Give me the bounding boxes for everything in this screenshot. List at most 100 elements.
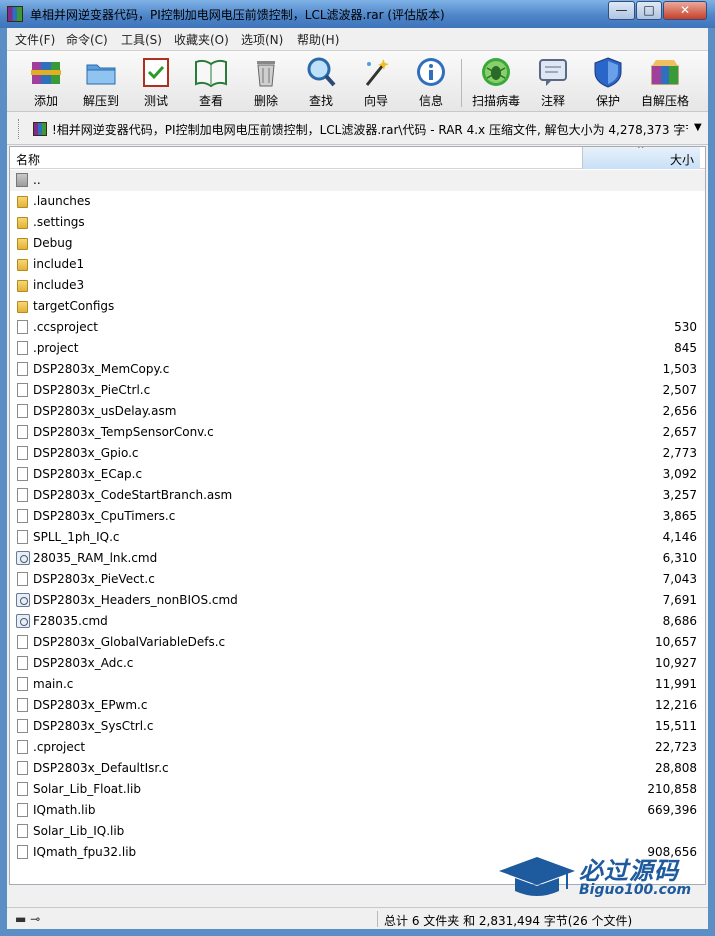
- table-row[interactable]: targetConfigs: [10, 296, 705, 317]
- menu-file[interactable]: 文件(F): [15, 31, 55, 48]
- protect-icon: [594, 57, 622, 88]
- close-button[interactable]: ✕: [663, 1, 707, 20]
- address-dropdown-icon[interactable]: ▼: [694, 122, 702, 133]
- table-row[interactable]: include3: [10, 275, 705, 296]
- file-name: SPLL_1ph_IQ.c: [33, 530, 120, 544]
- table-row[interactable]: .cproject 22,723: [10, 737, 705, 758]
- cmd-file-icon: [16, 593, 30, 607]
- table-row[interactable]: DSP2803x_DefaultIsr.c 28,808: [10, 758, 705, 779]
- file-name: 28035_RAM_lnk.cmd: [33, 551, 158, 565]
- watermark-title: 必过源码: [579, 857, 679, 885]
- file-name: include3: [33, 278, 85, 292]
- file-name: .settings: [33, 215, 85, 229]
- protect-button[interactable]: 保护: [580, 54, 636, 110]
- table-row[interactable]: IQmath.lib 669,396: [10, 800, 705, 821]
- table-row[interactable]: ..: [10, 170, 705, 191]
- table-row[interactable]: DSP2803x_MemCopy.c 1,503: [10, 359, 705, 380]
- archive-icon: [33, 122, 47, 136]
- menu-favorites[interactable]: 收藏夹(O): [174, 31, 229, 48]
- file-name: DSP2803x_EPwm.c: [33, 698, 148, 712]
- table-row[interactable]: include1: [10, 254, 705, 275]
- menu-tools[interactable]: 工具(S): [121, 31, 162, 48]
- wizard-label: 向导: [363, 94, 388, 108]
- table-row[interactable]: .ccsproject 530: [10, 317, 705, 338]
- table-row[interactable]: .project 845: [10, 338, 705, 359]
- table-row[interactable]: Debug: [10, 233, 705, 254]
- file-name: include1: [33, 257, 85, 271]
- table-row[interactable]: DSP2803x_Gpio.c 2,773: [10, 443, 705, 464]
- file-size: 3,092: [662, 467, 697, 481]
- document-icon: [17, 467, 28, 481]
- file-name: Solar_Lib_Float.lib: [33, 782, 141, 796]
- status-lock-key-icon[interactable]: ▬ ⊸: [15, 912, 40, 926]
- menu-command[interactable]: 命令(C): [66, 31, 108, 48]
- folder-icon: [17, 238, 28, 250]
- folder-icon: [17, 259, 28, 271]
- table-row[interactable]: .launches: [10, 191, 705, 212]
- info-button[interactable]: 信息: [403, 54, 459, 110]
- main-window: 文件(F) 命令(C) 工具(S) 收藏夹(O) 选项(N) 帮助(H) 添加 …: [7, 28, 708, 929]
- file-name: .cproject: [33, 740, 86, 754]
- table-row[interactable]: DSP2803x_usDelay.asm 2,656: [10, 401, 705, 422]
- table-row[interactable]: DSP2803x_TempSensorConv.c 2,657: [10, 422, 705, 443]
- menu-help[interactable]: 帮助(H): [297, 31, 339, 48]
- file-size: 2,657: [662, 425, 697, 439]
- info-icon: [417, 58, 445, 86]
- table-row[interactable]: Solar_Lib_IQ.lib: [10, 821, 705, 842]
- column-size-label: 大小: [669, 153, 694, 167]
- wizard-button[interactable]: 向导: [348, 54, 404, 110]
- find-button[interactable]: 查找: [293, 54, 349, 110]
- add-icon: [31, 62, 61, 84]
- table-row[interactable]: DSP2803x_SysCtrl.c 15,511: [10, 716, 705, 737]
- test-label: 测试: [143, 94, 168, 108]
- file-name: DSP2803x_PieVect.c: [33, 572, 155, 586]
- extract-to-button[interactable]: 解压到: [73, 54, 129, 110]
- find-label: 查找: [308, 94, 333, 108]
- minimize-button[interactable]: —: [608, 1, 635, 20]
- table-row[interactable]: DSP2803x_ECap.c 3,092: [10, 464, 705, 485]
- file-name: IQmath.lib: [33, 803, 96, 817]
- file-name: DSP2803x_GlobalVariableDefs.c: [33, 635, 226, 649]
- table-row[interactable]: Solar_Lib_Float.lib 210,858: [10, 779, 705, 800]
- table-row[interactable]: 28035_RAM_lnk.cmd 6,310: [10, 548, 705, 569]
- address-bar[interactable]: !相并网逆变器代码，PI控制加电网电压前馈控制，LCL滤波器.rar\代码 - …: [7, 113, 708, 145]
- table-row[interactable]: DSP2803x_GlobalVariableDefs.c 10,657: [10, 632, 705, 653]
- document-icon: [17, 425, 28, 439]
- file-size: 2,507: [662, 383, 697, 397]
- table-row[interactable]: .settings: [10, 212, 705, 233]
- table-row[interactable]: DSP2803x_CodeStartBranch.asm 3,257: [10, 485, 705, 506]
- status-bar: ▬ ⊸ 总计 6 文件夹 和 2,831,494 字节(26 个文件): [7, 907, 708, 929]
- virus-scan-button[interactable]: 扫描病毒: [468, 54, 524, 110]
- file-name: DSP2803x_Gpio.c: [33, 446, 139, 460]
- file-size: 3,865: [662, 509, 697, 523]
- column-size-header[interactable]: ^ 大小: [582, 147, 700, 169]
- table-row[interactable]: DSP2803x_PieVect.c 7,043: [10, 569, 705, 590]
- table-row[interactable]: F28035.cmd 8,686: [10, 611, 705, 632]
- column-name-header[interactable]: 名称: [16, 151, 40, 168]
- table-row[interactable]: DSP2803x_PieCtrl.c 2,507: [10, 380, 705, 401]
- file-size: 1,503: [662, 362, 697, 376]
- file-name: DSP2803x_usDelay.asm: [33, 404, 177, 418]
- test-button[interactable]: 测试: [128, 54, 184, 110]
- view-button[interactable]: 查看: [183, 54, 239, 110]
- title-bar[interactable]: 单相并网逆变器代码，PI控制加电网电压前馈控制，LCL滤波器.rar (评估版本…: [0, 0, 715, 28]
- file-name: ..: [33, 173, 41, 187]
- maximize-button[interactable]: □: [636, 1, 662, 20]
- table-row[interactable]: DSP2803x_EPwm.c 12,216: [10, 695, 705, 716]
- file-size: 3,257: [662, 488, 697, 502]
- file-size: 2,773: [662, 446, 697, 460]
- table-row[interactable]: DSP2803x_Adc.c 10,927: [10, 653, 705, 674]
- document-icon: [17, 845, 28, 859]
- table-row[interactable]: DSP2803x_Headers_nonBIOS.cmd 7,691: [10, 590, 705, 611]
- menu-options[interactable]: 选项(N): [241, 31, 283, 48]
- table-row[interactable]: SPLL_1ph_IQ.c 4,146: [10, 527, 705, 548]
- table-row[interactable]: DSP2803x_CpuTimers.c 3,865: [10, 506, 705, 527]
- status-separator: [377, 911, 378, 927]
- sfx-button[interactable]: 自解压格: [637, 54, 693, 110]
- table-row[interactable]: main.c 11,991: [10, 674, 705, 695]
- comment-button[interactable]: 注释: [525, 54, 581, 110]
- file-name: DSP2803x_CpuTimers.c: [33, 509, 176, 523]
- add-button[interactable]: 添加: [18, 54, 74, 110]
- delete-button[interactable]: 删除: [238, 54, 294, 110]
- test-icon: [143, 58, 169, 87]
